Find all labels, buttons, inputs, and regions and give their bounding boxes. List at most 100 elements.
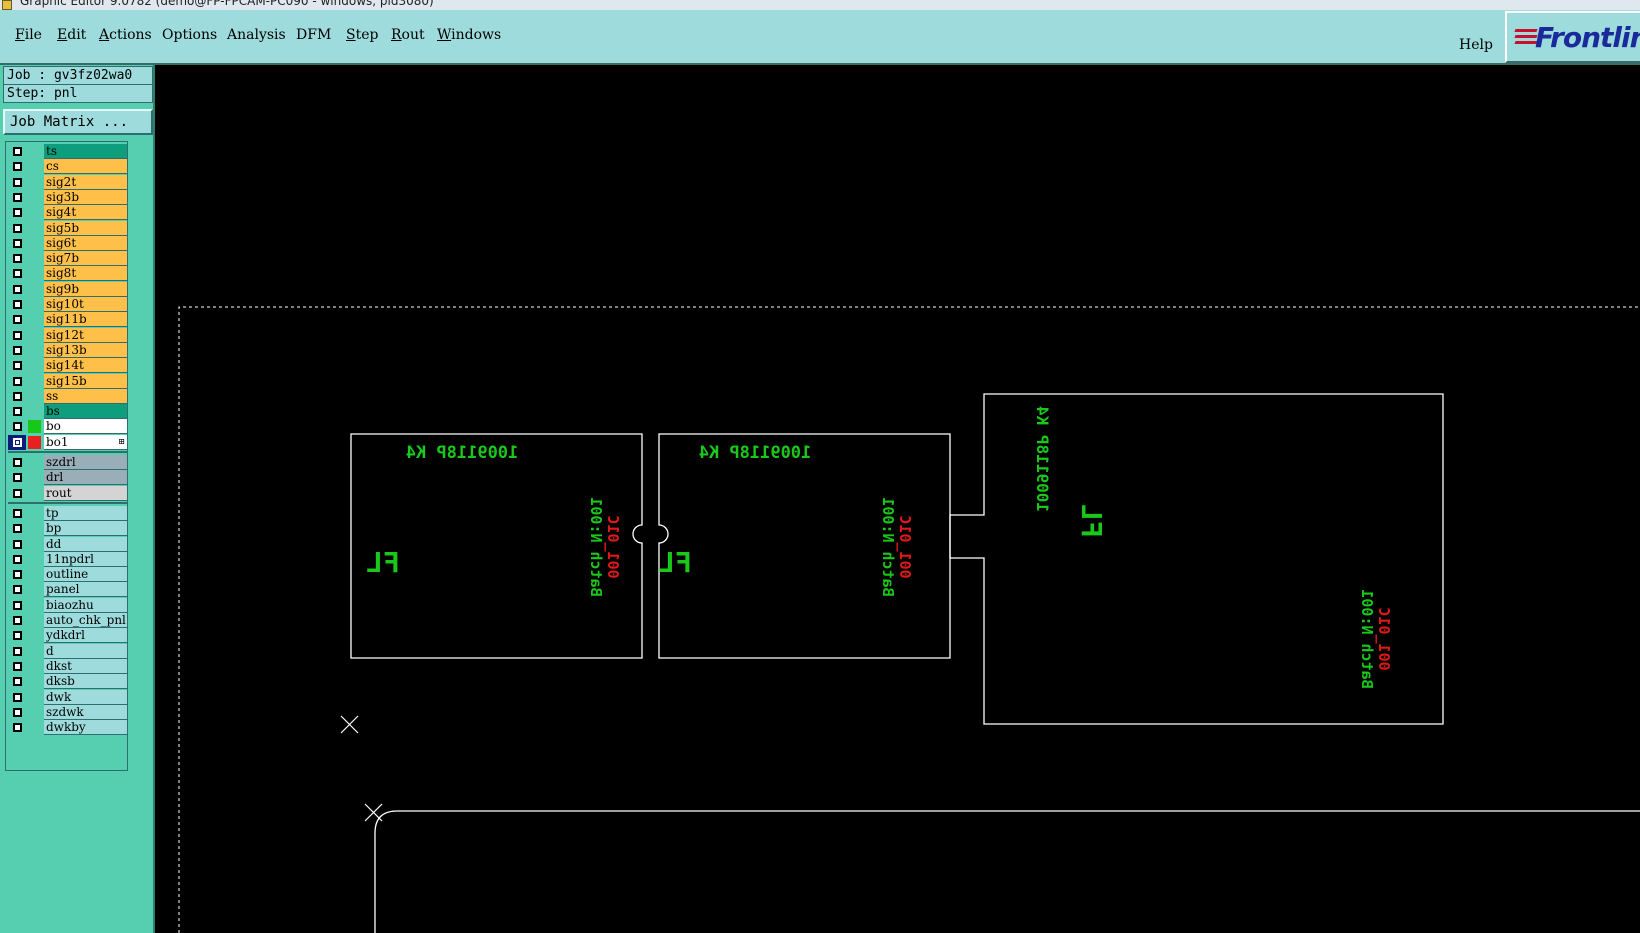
layer-checkbox[interactable]	[8, 342, 26, 358]
layer-checkbox[interactable]	[8, 358, 26, 374]
layer-name[interactable]: dkst	[44, 658, 127, 674]
layer-checkbox[interactable]	[8, 689, 26, 705]
layer-row-dkst[interactable]: dkst	[8, 658, 127, 674]
layer-row-sig13b[interactable]: sig13b	[8, 342, 127, 358]
layer-checkbox[interactable]	[8, 434, 26, 450]
layer-checkbox[interactable]	[8, 404, 26, 420]
layer-checkbox[interactable]	[8, 674, 26, 690]
menu-dfm[interactable]: DFM	[296, 27, 331, 43]
layer-name[interactable]: sig9b	[44, 281, 127, 297]
layer-row-sig8t[interactable]: sig8t	[8, 266, 127, 282]
layer-row-dksb[interactable]: dksb	[8, 674, 127, 690]
layer-checkbox[interactable]	[8, 521, 26, 537]
layer-checkbox[interactable]	[8, 720, 26, 736]
layer-name[interactable]: d	[44, 643, 127, 659]
layer-name[interactable]: ts	[44, 144, 127, 159]
menu-actions[interactable]: Actions	[99, 27, 152, 43]
layer-name[interactable]: sig5b	[44, 220, 127, 236]
layer-name[interactable]: sig11b	[44, 312, 127, 328]
layer-checkbox[interactable]	[8, 373, 26, 389]
layer-name[interactable]: 11npdrl	[44, 551, 127, 567]
layer-row-sig7b[interactable]: sig7b	[8, 251, 127, 267]
layer-color-swatch[interactable]	[28, 420, 41, 434]
layer-checkbox[interactable]	[8, 455, 26, 470]
layer-checkbox[interactable]	[8, 536, 26, 552]
layer-row-cs[interactable]: cs	[8, 159, 127, 175]
layer-checkbox[interactable]	[8, 205, 26, 221]
layer-name[interactable]: dd	[44, 536, 127, 552]
layer-checkbox[interactable]	[8, 251, 26, 267]
layer-row-outline[interactable]: outline	[8, 567, 127, 583]
layer-name[interactable]: sig7b	[44, 251, 127, 267]
layer-name[interactable]: sig6t	[44, 235, 127, 251]
menu-help[interactable]: Help	[1459, 37, 1493, 53]
layer-checkbox[interactable]	[8, 582, 26, 598]
menu-windows[interactable]: Windows	[437, 27, 501, 43]
layer-row-drl[interactable]: drl	[8, 470, 127, 486]
layer-name[interactable]: ss	[44, 388, 127, 404]
layer-name[interactable]: ydkdrl	[44, 628, 127, 644]
layer-checkbox[interactable]	[8, 643, 26, 659]
layer-checkbox[interactable]	[8, 312, 26, 328]
layer-checkbox[interactable]	[8, 159, 26, 175]
menu-edit[interactable]: Edit	[57, 27, 86, 43]
layer-name[interactable]: biaozhu	[44, 597, 127, 613]
layer-name[interactable]: dwk	[44, 689, 127, 705]
layer-row-bs[interactable]: bs	[8, 404, 127, 420]
layer-name[interactable]: tp	[44, 505, 127, 521]
layer-name[interactable]: outline	[44, 567, 127, 583]
layer-row-szdrl[interactable]: szdrl	[8, 455, 127, 470]
layer-name[interactable]: bp	[44, 521, 127, 537]
layer-checkbox[interactable]	[8, 419, 26, 435]
layer-row-sig14t[interactable]: sig14t	[8, 358, 127, 374]
layer-name[interactable]: drl	[44, 470, 127, 486]
layer-name[interactable]: dwkby	[44, 720, 127, 736]
job-matrix-button[interactable]: Job Matrix ...	[3, 109, 153, 135]
layer-checkbox[interactable]	[8, 144, 26, 159]
layer-row-dwk[interactable]: dwk	[8, 689, 127, 705]
layer-name[interactable]: sig12t	[44, 327, 127, 343]
layer-checkbox[interactable]	[8, 628, 26, 644]
layer-row-bo[interactable]: bo	[8, 419, 127, 435]
layer-checkbox[interactable]	[8, 297, 26, 312]
layer-row-szdwk[interactable]: szdwk	[8, 704, 127, 720]
layer-row-dd[interactable]: dd	[8, 536, 127, 552]
layer-checkbox[interactable]	[8, 505, 26, 521]
layer-row-dwkby[interactable]: dwkby	[8, 720, 127, 736]
layer-name[interactable]: sig2t	[44, 174, 127, 190]
layer-checkbox[interactable]	[8, 704, 26, 720]
layer-checkbox[interactable]	[8, 658, 26, 674]
layer-color-swatch[interactable]	[28, 435, 41, 449]
layer-name[interactable]: sig10t	[44, 297, 127, 312]
layer-checkbox[interactable]	[8, 470, 26, 486]
layer-checkbox[interactable]	[8, 174, 26, 190]
menu-analysis[interactable]: Analysis	[227, 27, 286, 43]
layer-name[interactable]: sig8t	[44, 266, 127, 282]
menu-file[interactable]: File	[15, 27, 42, 43]
layer-row-11npdrl[interactable]: 11npdrl	[8, 551, 127, 567]
layer-name[interactable]: sig15b	[44, 373, 127, 389]
layer-name[interactable]: dksb	[44, 674, 127, 690]
layer-name[interactable]: sig13b	[44, 342, 127, 358]
layer-row-bp[interactable]: bp	[8, 521, 127, 537]
menu-options[interactable]: Options	[162, 27, 217, 43]
layer-row-sig10t[interactable]: sig10t	[8, 297, 127, 312]
layer-name[interactable]: szdwk	[44, 704, 127, 720]
layer-name[interactable]: sig3b	[44, 189, 127, 205]
layer-row-rout[interactable]: rout	[8, 485, 127, 501]
layer-checkbox[interactable]	[8, 235, 26, 251]
layer-row-panel[interactable]: panel	[8, 582, 127, 598]
layer-name[interactable]: sig4t	[44, 205, 127, 221]
layer-name[interactable]: rout	[44, 485, 127, 501]
layer-row-ts[interactable]: ts	[8, 144, 127, 159]
layer-name[interactable]: cs	[44, 159, 127, 175]
graphic-canvas[interactable]: 1009118P K4 FL Batch N:001 001_01C 10091…	[157, 65, 1640, 933]
layer-checkbox[interactable]	[8, 485, 26, 501]
layer-name[interactable]: auto_chk_pnl	[44, 613, 127, 628]
layer-checkbox[interactable]	[8, 567, 26, 583]
layer-row-tp[interactable]: tp	[8, 505, 127, 521]
layer-row-sig15b[interactable]: sig15b	[8, 373, 127, 389]
layer-row-bo1[interactable]: bo1 ⊞	[8, 434, 127, 450]
layer-row-ydkdrl[interactable]: ydkdrl	[8, 628, 127, 644]
layer-checkbox[interactable]	[8, 551, 26, 567]
